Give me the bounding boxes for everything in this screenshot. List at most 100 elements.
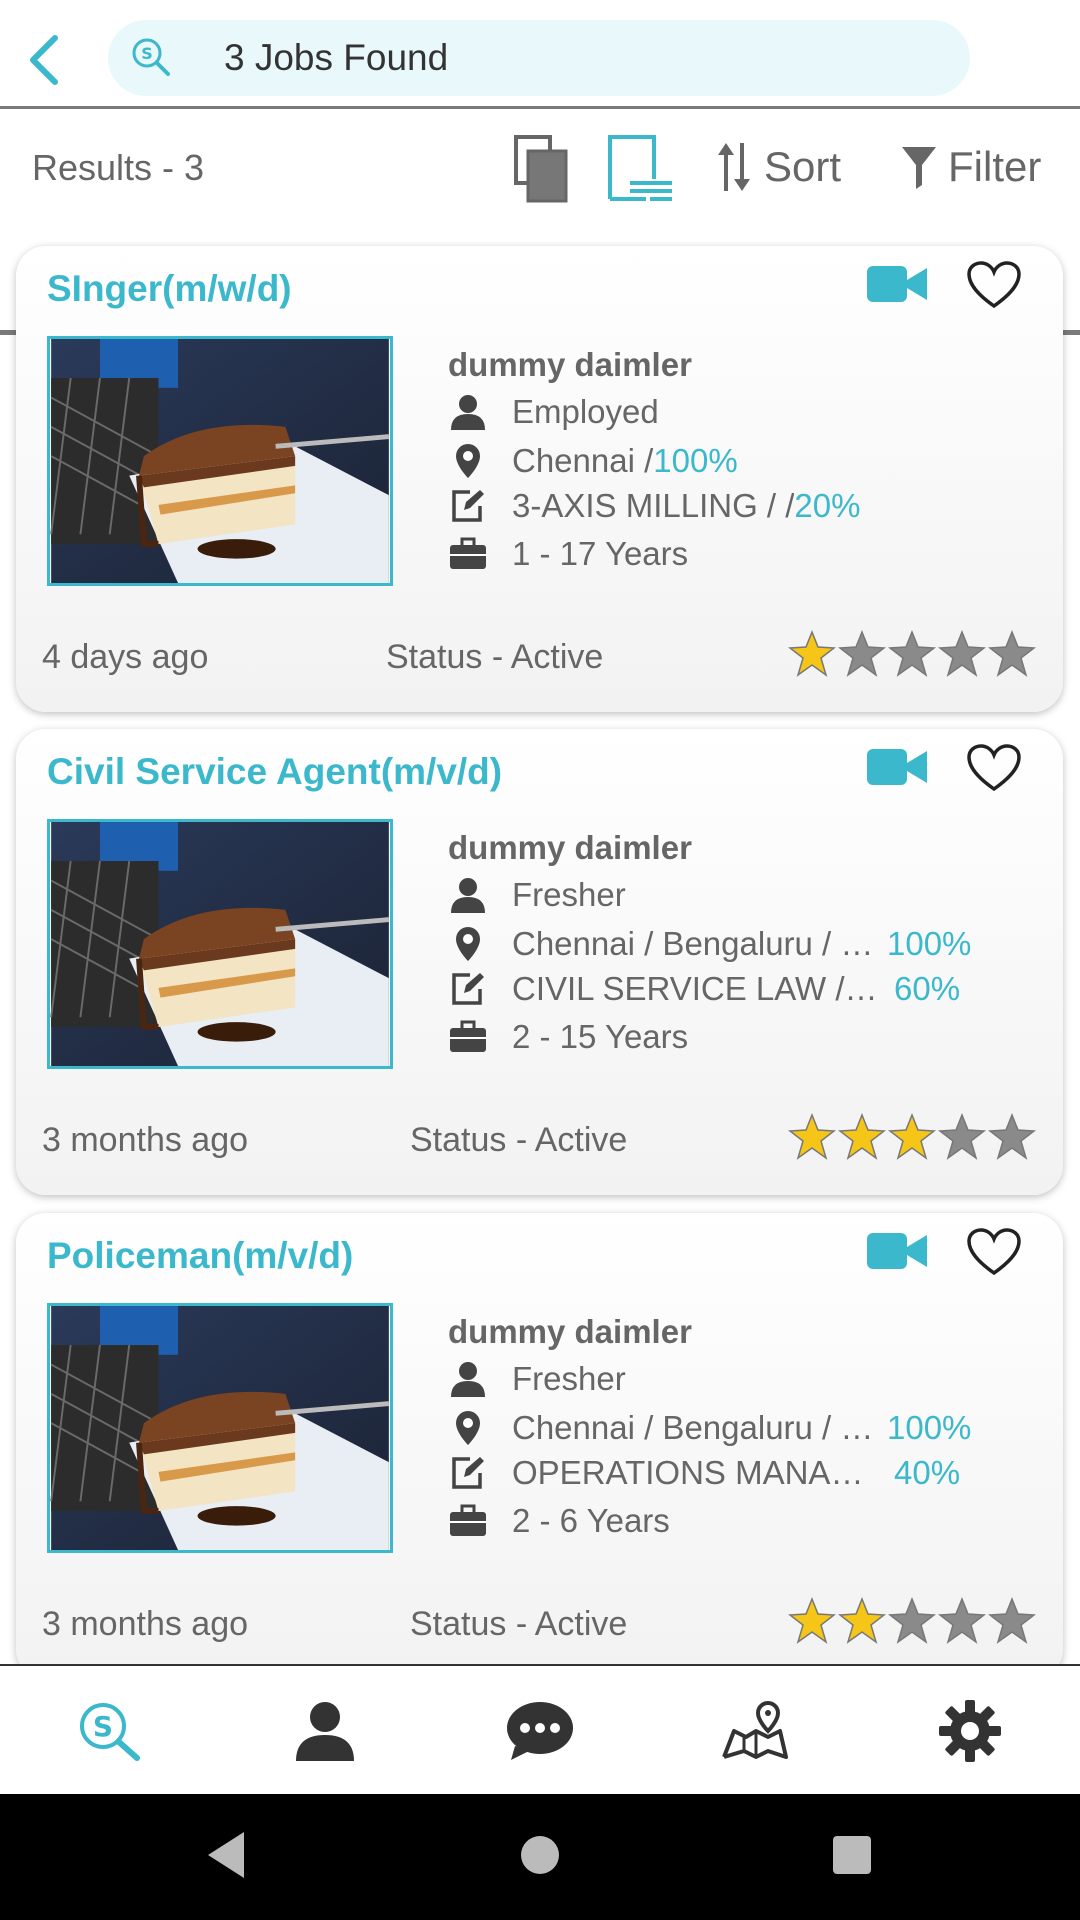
location-match-percent: 100% [887, 925, 972, 962]
job-location: Chennai / Bengaluru / Mumbai [512, 925, 887, 962]
company-name: dummy daimler [448, 829, 692, 866]
employment-status: Employed [512, 393, 659, 430]
cards-view-icon[interactable] [510, 133, 572, 207]
video-icon[interactable] [867, 266, 927, 302]
job-image [50, 822, 390, 1066]
job-list: SInger(m/w/d) dummy daimler Employed Che… [0, 226, 1080, 1664]
job-card[interactable]: Civil Service Agent(m/v/d) dummy daimler… [16, 729, 1063, 1195]
system-recents-icon[interactable] [830, 1830, 874, 1880]
job-skill: 3-AXIS MILLING / / [512, 487, 795, 524]
job-thumbnail[interactable] [47, 1303, 393, 1553]
job-status: Status - Active [386, 638, 604, 676]
bottom-navigation: S [0, 1664, 1080, 1794]
location-row: Chennai / Bengaluru / Mumbai 100% [448, 1406, 971, 1450]
list-view-icon[interactable] [606, 133, 676, 207]
nav-search[interactable]: S [70, 1696, 150, 1766]
rating-stars [788, 1597, 1036, 1645]
heart-icon[interactable] [966, 1227, 1022, 1277]
search-bar[interactable]: S 3 Jobs Found [108, 20, 970, 96]
search-query-text: 3 Jobs Found [224, 37, 449, 78]
job-skill: OPERATIONS MANAGEMENT [512, 1454, 882, 1491]
location-pin-icon [456, 444, 480, 478]
nav-map[interactable] [715, 1696, 795, 1766]
company-name: dummy daimler [448, 1313, 692, 1350]
skill-match-percent: 60% [894, 970, 961, 1007]
sort-button[interactable]: Sort [716, 137, 841, 197]
system-home-icon[interactable] [518, 1830, 562, 1880]
filter-button[interactable]: Filter [900, 137, 1041, 197]
employment-row: Fresher [448, 1357, 626, 1401]
map-icon [722, 1701, 788, 1759]
employment-row: Employed [448, 390, 659, 434]
job-location: Chennai / Bengaluru / Mumbai [512, 1409, 887, 1446]
briefcase-icon [450, 1504, 486, 1536]
rating-stars [788, 630, 1036, 678]
skill-row: CIVIL SERVICE LAW / ADMIN 60% [448, 967, 960, 1011]
chat-icon [507, 1702, 573, 1760]
nav-profile[interactable] [285, 1696, 365, 1766]
job-title[interactable]: Policeman(m/v/d) [47, 1235, 353, 1277]
star-filled-icon [788, 630, 836, 677]
system-back-icon[interactable] [204, 1830, 248, 1880]
star-empty-icon [938, 1113, 986, 1160]
skill-row: OPERATIONS MANAGEMENT 40% [448, 1451, 960, 1495]
star-empty-icon [938, 630, 986, 677]
search-icon: S [132, 38, 170, 76]
briefcase-icon [450, 537, 486, 569]
person-icon [451, 1362, 485, 1397]
video-icon[interactable] [867, 1233, 927, 1269]
svg-text:S: S [93, 1710, 113, 1743]
results-toolbar: Results - 3 Sort Filter [0, 109, 1080, 335]
experience-row: 2 - 6 Years [448, 1499, 670, 1543]
star-empty-icon [888, 630, 936, 677]
job-thumbnail[interactable] [47, 336, 393, 586]
location-pin-icon [456, 1411, 480, 1445]
star-filled-icon [838, 1597, 886, 1644]
job-card[interactable]: SInger(m/w/d) dummy daimler Employed Che… [16, 246, 1063, 712]
job-card[interactable]: Policeman(m/v/d) dummy daimler Fresher C… [16, 1213, 1063, 1664]
star-empty-icon [988, 1113, 1036, 1160]
job-location: Chennai / [512, 442, 654, 479]
star-filled-icon [788, 1113, 836, 1160]
star-empty-icon [988, 1597, 1036, 1644]
nav-chat[interactable] [500, 1696, 580, 1766]
person-icon [451, 878, 485, 913]
location-pin-icon [456, 927, 480, 961]
job-status: Status - Active [410, 1605, 628, 1643]
rating-stars [788, 1113, 1036, 1161]
experience-row: 2 - 15 Years [448, 1015, 688, 1059]
employment-row: Fresher [448, 873, 626, 917]
job-image [50, 339, 390, 583]
profile-icon [296, 1702, 354, 1761]
job-thumbnail[interactable] [47, 819, 393, 1069]
location-match-percent: 100% [887, 1409, 972, 1446]
job-experience: 2 - 6 Years [512, 1502, 670, 1539]
system-navigation-bar [0, 1794, 1080, 1920]
heart-icon[interactable] [966, 743, 1022, 793]
chevron-left-icon [30, 35, 58, 85]
star-empty-icon [888, 1597, 936, 1644]
filter-icon [902, 147, 936, 189]
job-experience: 1 - 17 Years [512, 535, 689, 572]
video-icon[interactable] [867, 749, 927, 785]
heart-icon[interactable] [966, 260, 1022, 310]
settings-icon [939, 1700, 1001, 1762]
job-title[interactable]: SInger(m/w/d) [47, 268, 292, 310]
star-filled-icon [788, 1597, 836, 1644]
star-empty-icon [938, 1597, 986, 1644]
skill-match-percent: 20% [794, 487, 861, 524]
job-title[interactable]: Civil Service Agent(m/v/d) [47, 751, 502, 793]
star-filled-icon [838, 1113, 886, 1160]
edit-note-icon [452, 973, 484, 1005]
job-image [50, 1306, 390, 1550]
nav-settings[interactable] [930, 1696, 1010, 1766]
briefcase-icon [450, 1020, 486, 1052]
location-match-percent: 100% [653, 442, 738, 479]
job-status: Status - Active [410, 1121, 628, 1159]
edit-note-icon [452, 1457, 484, 1489]
search-icon: S [80, 1703, 140, 1761]
company-name: dummy daimler [448, 346, 692, 383]
back-button[interactable] [18, 30, 70, 90]
job-experience: 2 - 15 Years [512, 1018, 689, 1055]
results-count: Results - 3 [32, 147, 205, 188]
